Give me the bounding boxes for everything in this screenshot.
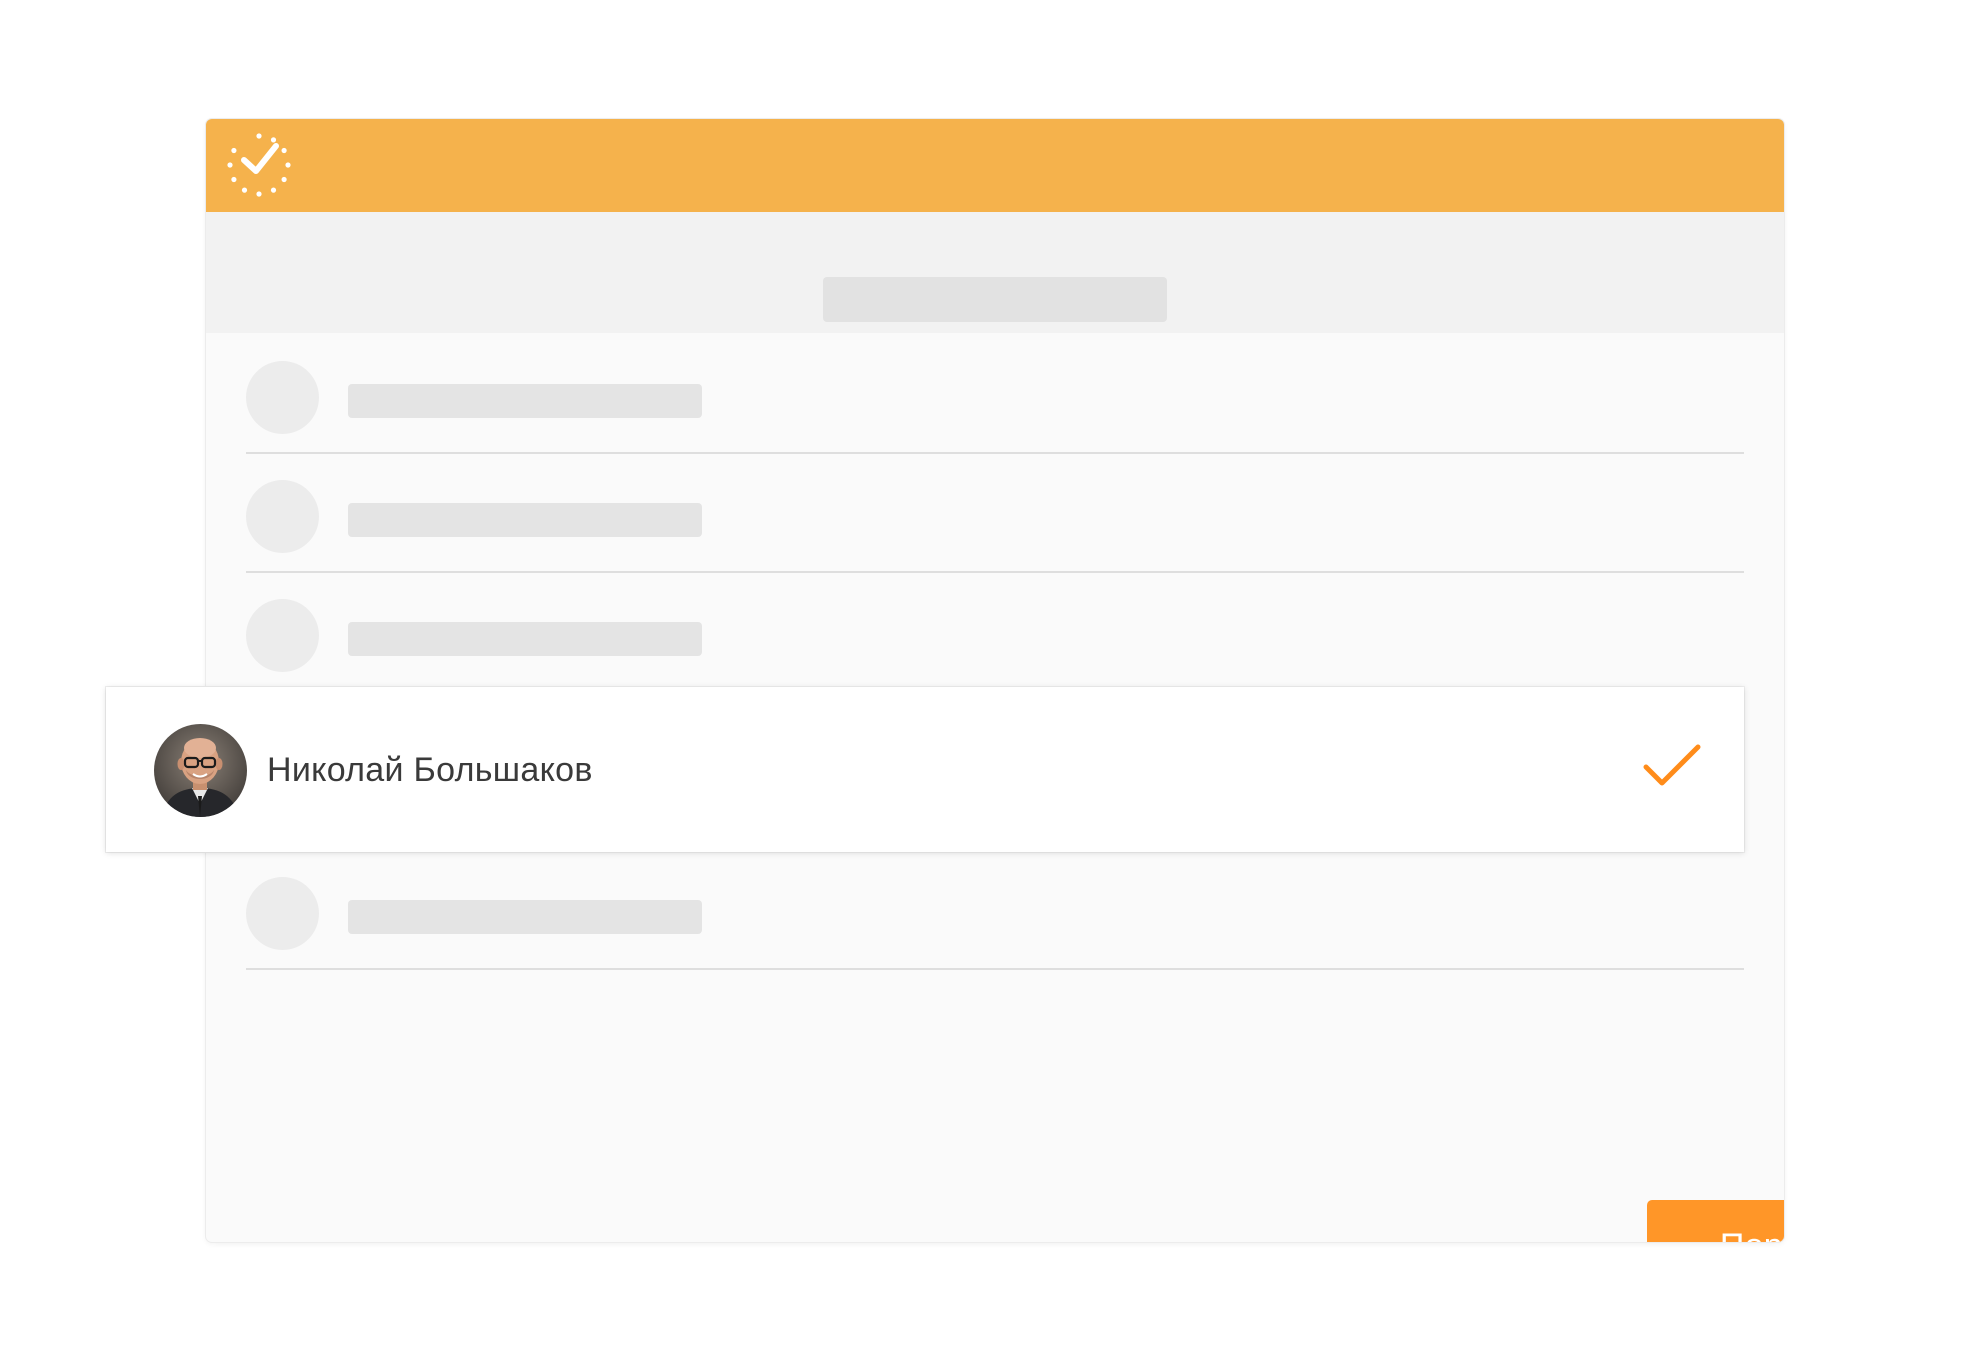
list-item-placeholder xyxy=(246,333,1744,454)
avatar-placeholder xyxy=(246,877,319,950)
app-header xyxy=(206,119,1784,212)
name-placeholder xyxy=(348,622,702,656)
clock-check-icon xyxy=(227,133,291,197)
name-placeholder xyxy=(348,503,702,537)
name-placeholder xyxy=(348,384,702,418)
checkmark-icon xyxy=(1643,744,1701,786)
user-photo-icon xyxy=(154,724,247,817)
selected-assignee-card[interactable]: Николай Большаков xyxy=(106,687,1744,852)
avatar-placeholder xyxy=(246,599,319,672)
assign-dialog: Поручить xyxy=(206,119,1784,1242)
avatar-placeholder xyxy=(246,480,319,553)
title-placeholder xyxy=(823,277,1167,322)
assignee-name: Николай Большаков xyxy=(267,751,593,789)
name-placeholder xyxy=(348,900,702,934)
stage: Поручить xyxy=(0,0,1972,1350)
list-item-placeholder xyxy=(246,849,1744,970)
list-item-placeholder xyxy=(246,452,1744,573)
avatar-placeholder xyxy=(246,361,319,434)
list-item-placeholder xyxy=(246,571,1744,690)
assign-button[interactable]: Поручить xyxy=(1647,1200,1784,1242)
avatar xyxy=(154,724,247,817)
